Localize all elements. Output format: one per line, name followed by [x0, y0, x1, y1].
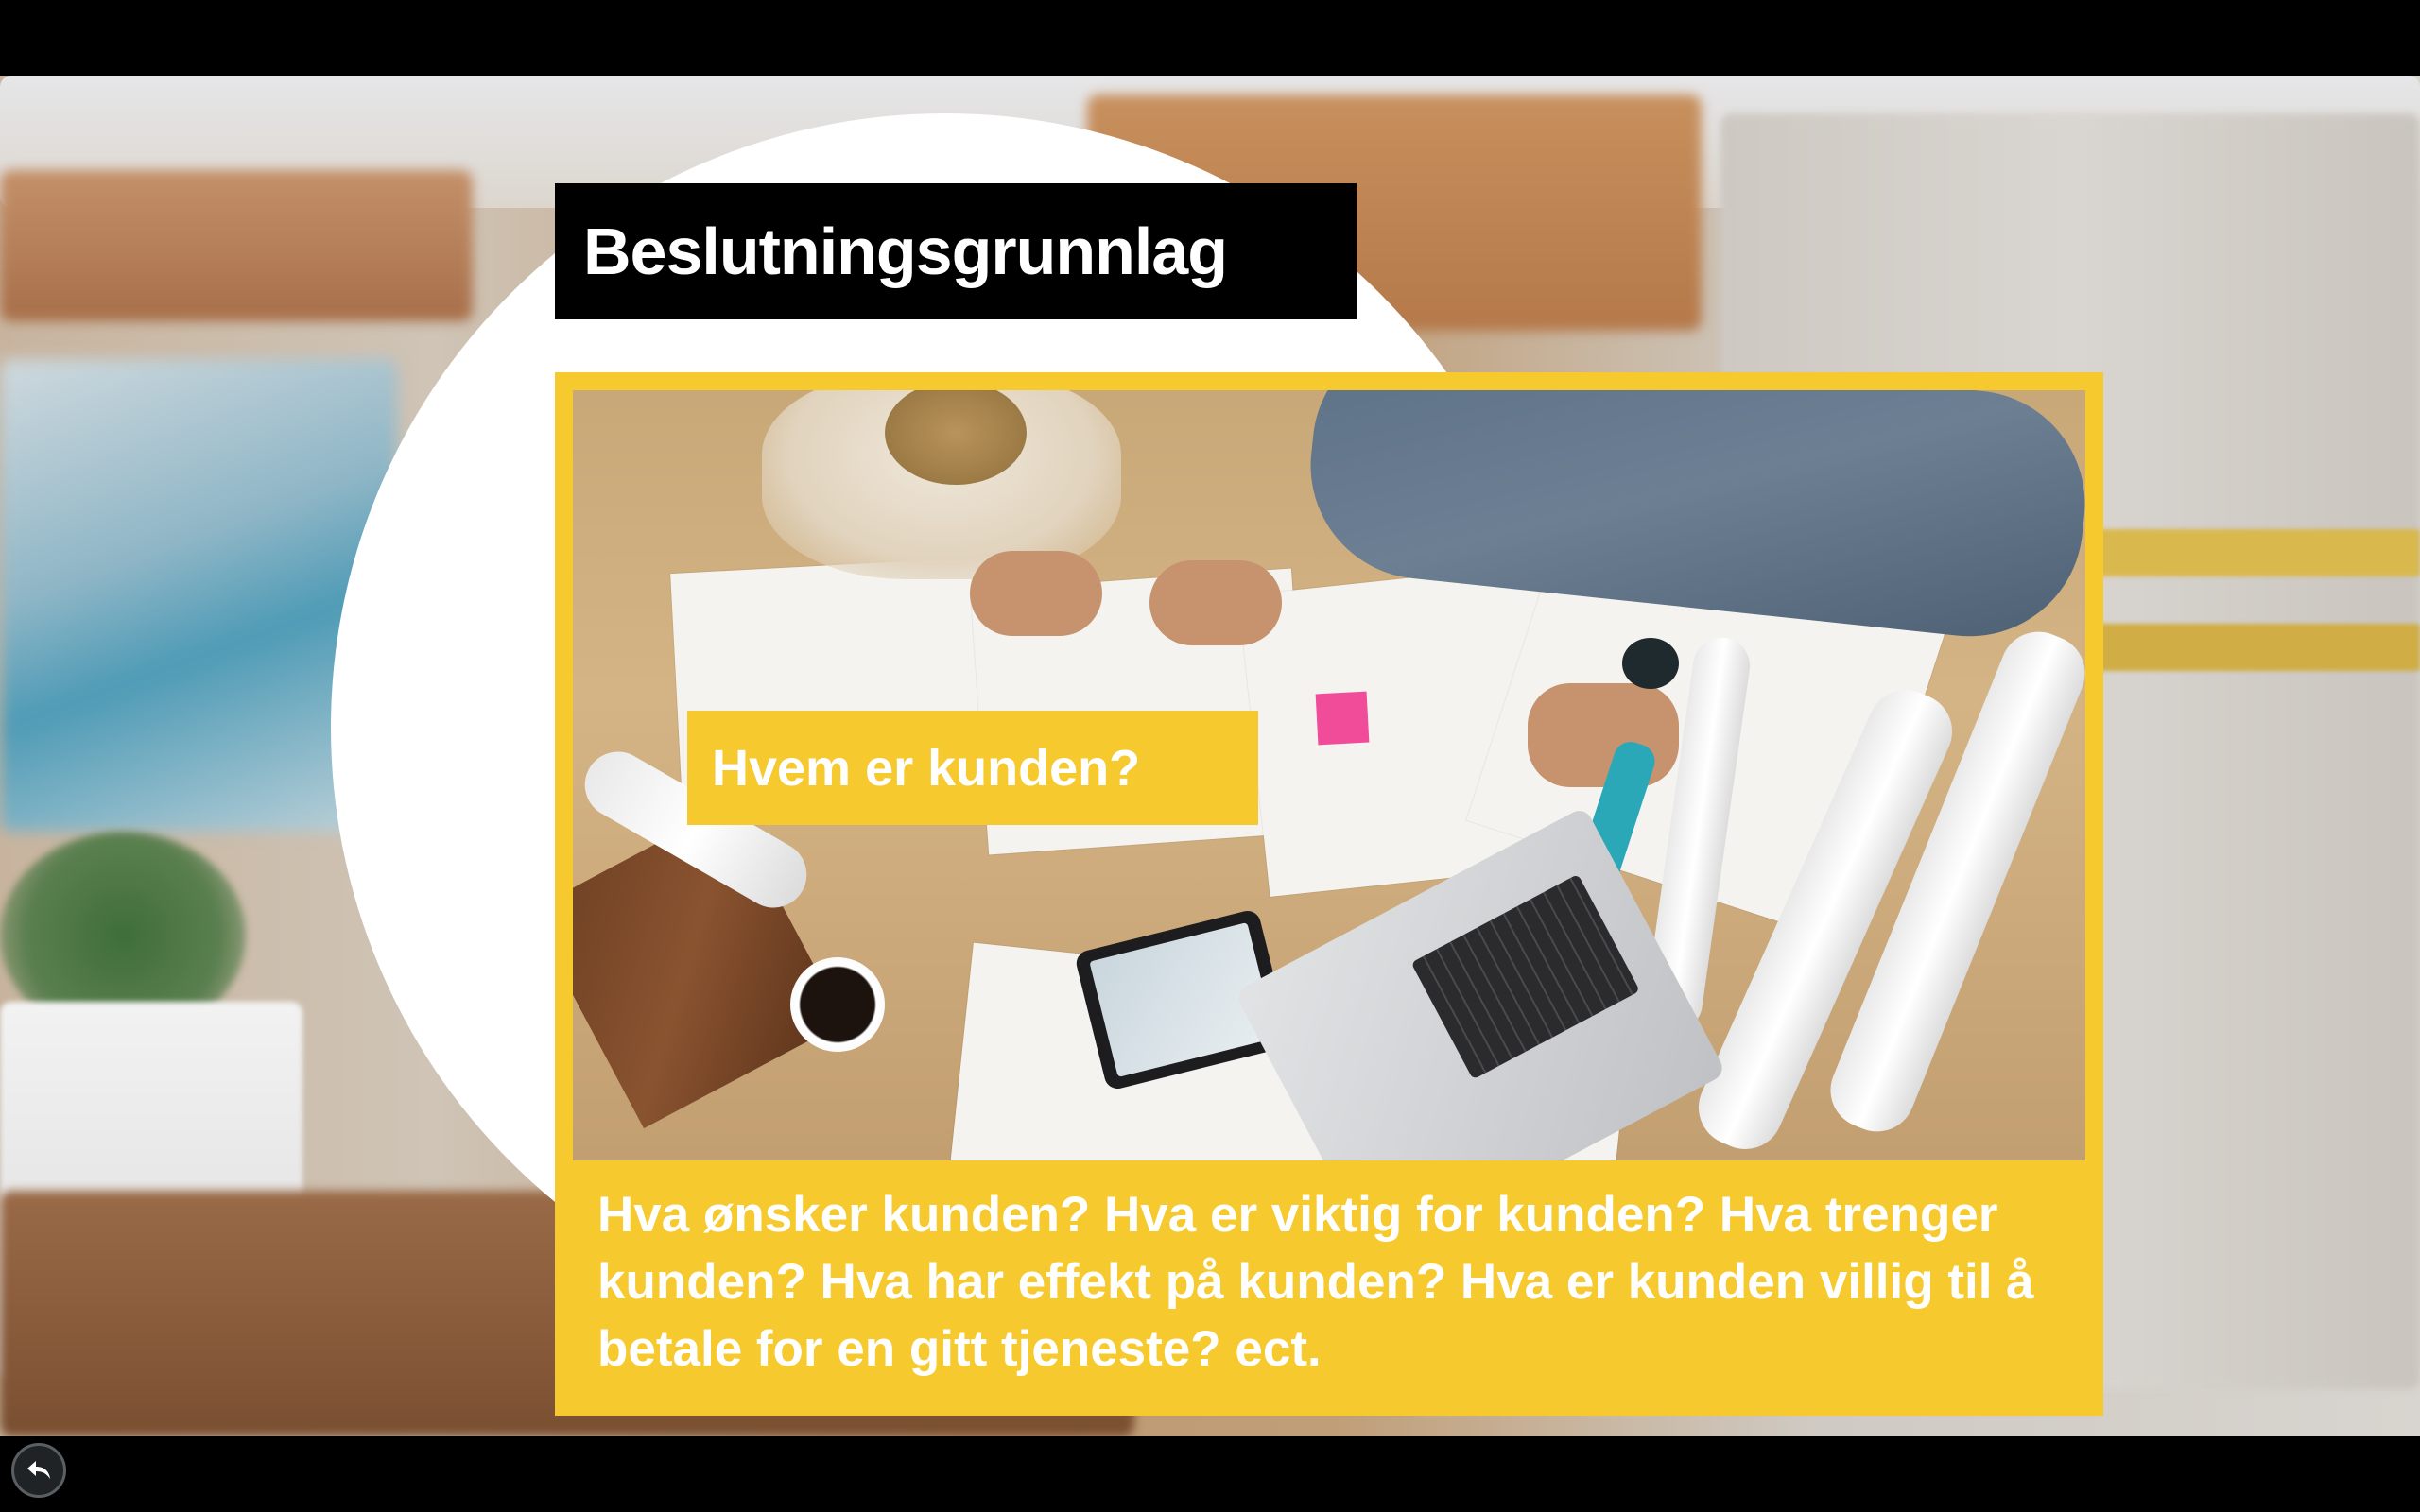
caption-box: Hva ønsker kunden? Hva er viktig for kun…	[573, 1160, 2087, 1412]
slide-stage[interactable]: Beslutningsgrunnlag Hvem er kunden? Hva …	[0, 76, 2420, 1436]
photo-hand-right	[1528, 683, 1679, 787]
photo-wristwatch	[1622, 638, 1679, 689]
background-rail-bottom	[2080, 624, 2420, 671]
background-rail-top	[2080, 529, 2420, 576]
photo-laptop-keyboard	[1410, 873, 1640, 1080]
photo-hand-left	[970, 551, 1102, 636]
photo-sticky-note	[1315, 691, 1370, 746]
presentation-viewer: Beslutningsgrunnlag Hvem er kunden? Hva …	[0, 0, 2420, 1512]
bottom-black-bar	[0, 1436, 2420, 1512]
question-text: Hvem er kunden?	[712, 739, 1141, 797]
background-shelf	[0, 170, 473, 321]
question-box: Hvem er kunden?	[687, 711, 1258, 825]
photo-hand-middle	[1150, 560, 1282, 645]
back-button[interactable]	[11, 1443, 66, 1498]
caption-text: Hva ønsker kunden? Hva er viktig for kun…	[597, 1187, 2034, 1377]
back-arrow-icon	[27, 1461, 50, 1479]
slide-title-box: Beslutningsgrunnlag	[555, 183, 1357, 319]
top-black-bar	[0, 0, 2420, 76]
photo-coffee-cup	[790, 957, 885, 1052]
slide-title: Beslutningsgrunnlag	[583, 215, 1228, 288]
